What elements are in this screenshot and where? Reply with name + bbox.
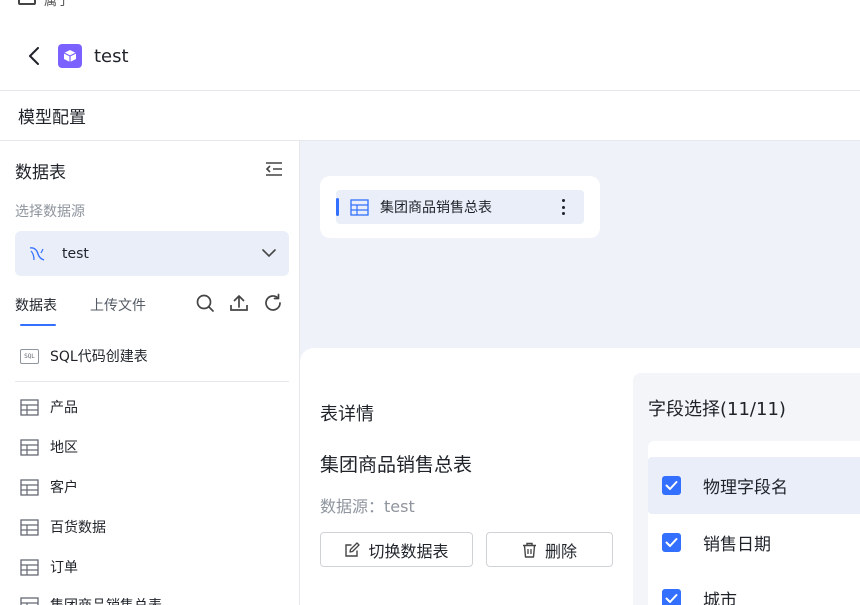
- upload-icon[interactable]: [229, 293, 249, 313]
- page-title: 模型配置: [18, 108, 86, 128]
- detail-source: 数据源：test: [320, 497, 415, 516]
- table-icon: [20, 518, 39, 536]
- sql-create-table-item[interactable]: SQL SQL代码创建表: [20, 344, 148, 368]
- field-row[interactable]: 销售日期: [648, 514, 860, 571]
- back-button[interactable]: [26, 47, 42, 65]
- table-item-label: 订单: [50, 560, 78, 576]
- folder-icon: [18, 0, 36, 5]
- table-item-department-store[interactable]: 百货数据: [20, 515, 106, 539]
- table-item-orders[interactable]: 订单: [20, 555, 78, 579]
- app-header: test: [0, 22, 860, 90]
- sql-create-table-label: SQL代码创建表: [50, 349, 148, 365]
- active-tab-indicator: [20, 324, 56, 326]
- table-item-customer[interactable]: 客户: [20, 475, 78, 499]
- datasource-selected: test: [62, 245, 89, 262]
- more-options-icon[interactable]: [554, 198, 572, 216]
- table-icon: [20, 398, 39, 416]
- edit-icon: [345, 541, 361, 557]
- model-canvas[interactable]: 集团商品销售总表 表详情 集团商品销售总表 数据源：test 切换数据表 删除 …: [300, 141, 860, 605]
- delete-button[interactable]: 删除: [486, 532, 613, 567]
- table-icon: [20, 596, 39, 605]
- datasource-select[interactable]: test: [15, 231, 289, 276]
- table-node[interactable]: 集团商品销售总表: [336, 190, 584, 224]
- table-node-label: 集团商品销售总表: [380, 200, 492, 216]
- tab-upload[interactable]: 上传文件: [90, 295, 146, 315]
- table-item-product[interactable]: 产品: [20, 395, 78, 419]
- collapse-sidebar-icon[interactable]: [265, 161, 283, 177]
- table-icon: [20, 438, 39, 456]
- top-partial-item: 属于: [18, 0, 71, 9]
- trash-icon: [522, 542, 536, 558]
- sidebar-divider: [15, 381, 289, 382]
- table-node-card: 集团商品销售总表: [320, 176, 600, 238]
- checkbox-checked-icon[interactable]: [662, 589, 681, 605]
- table-item-label: 集团商品销售总表: [50, 595, 162, 605]
- detail-table-name: 集团商品销售总表: [320, 454, 473, 476]
- field-label: 物理字段名: [703, 478, 788, 498]
- table-item-group-sales[interactable]: 集团商品销售总表: [20, 593, 162, 605]
- field-row[interactable]: 城市: [648, 570, 860, 605]
- sidebar-tabs: 数据表 上传文件: [15, 291, 289, 327]
- field-label: 城市: [703, 591, 737, 605]
- refresh-icon[interactable]: [263, 293, 283, 313]
- node-accent-bar: [336, 198, 339, 216]
- app-title: test: [94, 45, 129, 67]
- field-label: 销售日期: [703, 535, 771, 555]
- search-icon[interactable]: [195, 293, 215, 313]
- switch-table-label: 切换数据表: [368, 541, 449, 561]
- cube-icon: [63, 50, 77, 62]
- header-divider: [0, 90, 860, 91]
- sql-icon: SQL: [20, 348, 39, 364]
- table-icon: [20, 558, 39, 576]
- top-partial-label: 属于: [44, 0, 71, 9]
- mysql-icon: [29, 246, 45, 261]
- datasource-hint: 选择数据源: [15, 204, 85, 220]
- table-icon: [350, 198, 369, 216]
- table-item-region[interactable]: 地区: [20, 435, 78, 459]
- table-sidebar: 数据表 选择数据源 test 数据表 上传文件 SQL SQL代码创建表 产品 …: [0, 141, 300, 605]
- tab-tables[interactable]: 数据表: [15, 295, 57, 315]
- checkbox-checked-icon[interactable]: [662, 533, 681, 552]
- field-row-header[interactable]: 物理字段名: [648, 457, 860, 514]
- table-item-label: 百货数据: [50, 520, 106, 536]
- field-selection-title: 字段选择(11/11): [648, 399, 786, 420]
- chevron-left-icon: [29, 47, 39, 65]
- detail-title: 表详情: [320, 404, 374, 425]
- table-item-label: 产品: [50, 400, 78, 416]
- table-item-label: 地区: [50, 440, 78, 456]
- sidebar-title: 数据表: [15, 163, 66, 183]
- table-item-label: 客户: [50, 480, 78, 496]
- table-detail-panel: 表详情 集团商品销售总表 数据源：test 切换数据表 删除 字段选择(11/1…: [300, 348, 860, 605]
- delete-label: 删除: [544, 541, 577, 561]
- chevron-down-icon: [262, 249, 276, 258]
- checkbox-checked-icon[interactable]: [662, 476, 681, 495]
- model-app-icon: [58, 44, 82, 68]
- switch-table-button[interactable]: 切换数据表: [320, 532, 473, 567]
- field-selection-panel: 字段选择(11/11) 物理字段名 销售日期 城市: [633, 373, 860, 605]
- table-icon: [20, 478, 39, 496]
